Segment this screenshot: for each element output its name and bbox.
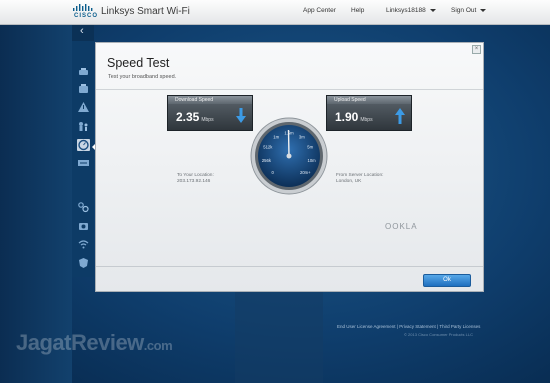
parental-controls-icon[interactable] bbox=[77, 120, 90, 132]
divider bbox=[96, 266, 483, 267]
gauge-scale-label: 512k bbox=[263, 145, 273, 150]
upload-label: Upload Speed bbox=[334, 97, 366, 103]
speed-test-icon[interactable] bbox=[77, 139, 90, 151]
watermark-main: JagatReview bbox=[16, 330, 144, 355]
router-menu[interactable]: Linksys18188 bbox=[386, 7, 436, 14]
privacy-link[interactable]: Privacy Statement bbox=[399, 324, 436, 329]
footer-links: End User License Agreement | Privacy Sta… bbox=[337, 324, 481, 329]
media-prioritization-icon[interactable] bbox=[77, 157, 90, 169]
app-center-link[interactable]: App Center bbox=[303, 7, 336, 14]
cisco-logo-icon bbox=[73, 4, 93, 11]
sign-out-menu[interactable]: Sign Out bbox=[451, 7, 487, 14]
modal-subtitle: Test your broadband speed. bbox=[108, 74, 177, 80]
router-name: Linksys18188 bbox=[386, 7, 426, 14]
network-map-icon[interactable] bbox=[77, 66, 90, 78]
download-value: 2.35 Mbps bbox=[176, 110, 214, 124]
cisco-logo-text: CISCO bbox=[74, 13, 99, 19]
top-bar: CISCO Linksys Smart Wi-Fi App Center Hel… bbox=[0, 0, 550, 25]
upload-unit: Mbps bbox=[360, 117, 373, 123]
sign-out-label: Sign Out bbox=[451, 7, 477, 14]
gauge-scale-label: 1m bbox=[273, 134, 279, 139]
upload-number: 1.90 bbox=[335, 110, 359, 124]
copyright-text: © 2013 Cisco Consumer Products LLC bbox=[404, 332, 473, 337]
device-list-icon[interactable] bbox=[77, 83, 90, 95]
download-speed-panel: Download Speed 2.35 Mbps bbox=[167, 95, 253, 131]
upload-arrow-icon bbox=[395, 108, 405, 124]
app-title: Linksys Smart Wi-Fi bbox=[101, 6, 190, 17]
back-arrow-icon[interactable]: ‹ bbox=[80, 25, 84, 37]
gauge-scale-label: 10m bbox=[308, 158, 317, 163]
download-label: Download Speed bbox=[175, 97, 214, 103]
chevron-down-icon bbox=[429, 8, 436, 12]
third-party-link[interactable]: Third Party Licenses bbox=[439, 324, 480, 329]
watermark: JagatReview.com bbox=[16, 330, 173, 356]
upload-location-value: London, UK bbox=[336, 179, 362, 184]
download-number: 2.35 bbox=[176, 110, 200, 124]
security-icon[interactable] bbox=[77, 257, 90, 269]
close-icon[interactable]: × bbox=[472, 45, 481, 54]
download-unit: Mbps bbox=[201, 117, 214, 123]
troubleshooting-icon[interactable] bbox=[77, 220, 90, 232]
ookla-logo: OOKLA bbox=[385, 222, 418, 231]
background-panel bbox=[235, 292, 323, 383]
upload-speed-panel: Upload Speed 1.90 Mbps bbox=[326, 95, 412, 131]
chevron-down-icon bbox=[480, 8, 487, 12]
speed-gauge: 0256k512k1m1.5m3m5m10m20m+ bbox=[250, 117, 328, 195]
gauge-scale-label: 20m+ bbox=[300, 170, 311, 175]
upload-value: 1.90 Mbps bbox=[335, 110, 373, 124]
divider bbox=[96, 89, 483, 90]
download-location-value: 203.173.92.146 bbox=[177, 179, 211, 184]
gauge-scale-label: 256k bbox=[262, 158, 272, 163]
gauge-scale-label: 3m bbox=[299, 134, 305, 139]
connectivity-icon[interactable] bbox=[77, 201, 90, 213]
eula-link[interactable]: End User License Agreement bbox=[337, 324, 396, 329]
watermark-suffix: .com bbox=[143, 338, 173, 353]
wireless-icon[interactable] bbox=[77, 238, 90, 250]
alert-icon[interactable] bbox=[77, 101, 90, 113]
download-arrow-icon bbox=[236, 108, 246, 123]
help-link[interactable]: Help bbox=[351, 7, 364, 14]
gauge-scale-label: 5m bbox=[307, 145, 313, 150]
modal-title: Speed Test bbox=[107, 56, 170, 70]
ok-button[interactable]: Ok bbox=[423, 274, 471, 287]
